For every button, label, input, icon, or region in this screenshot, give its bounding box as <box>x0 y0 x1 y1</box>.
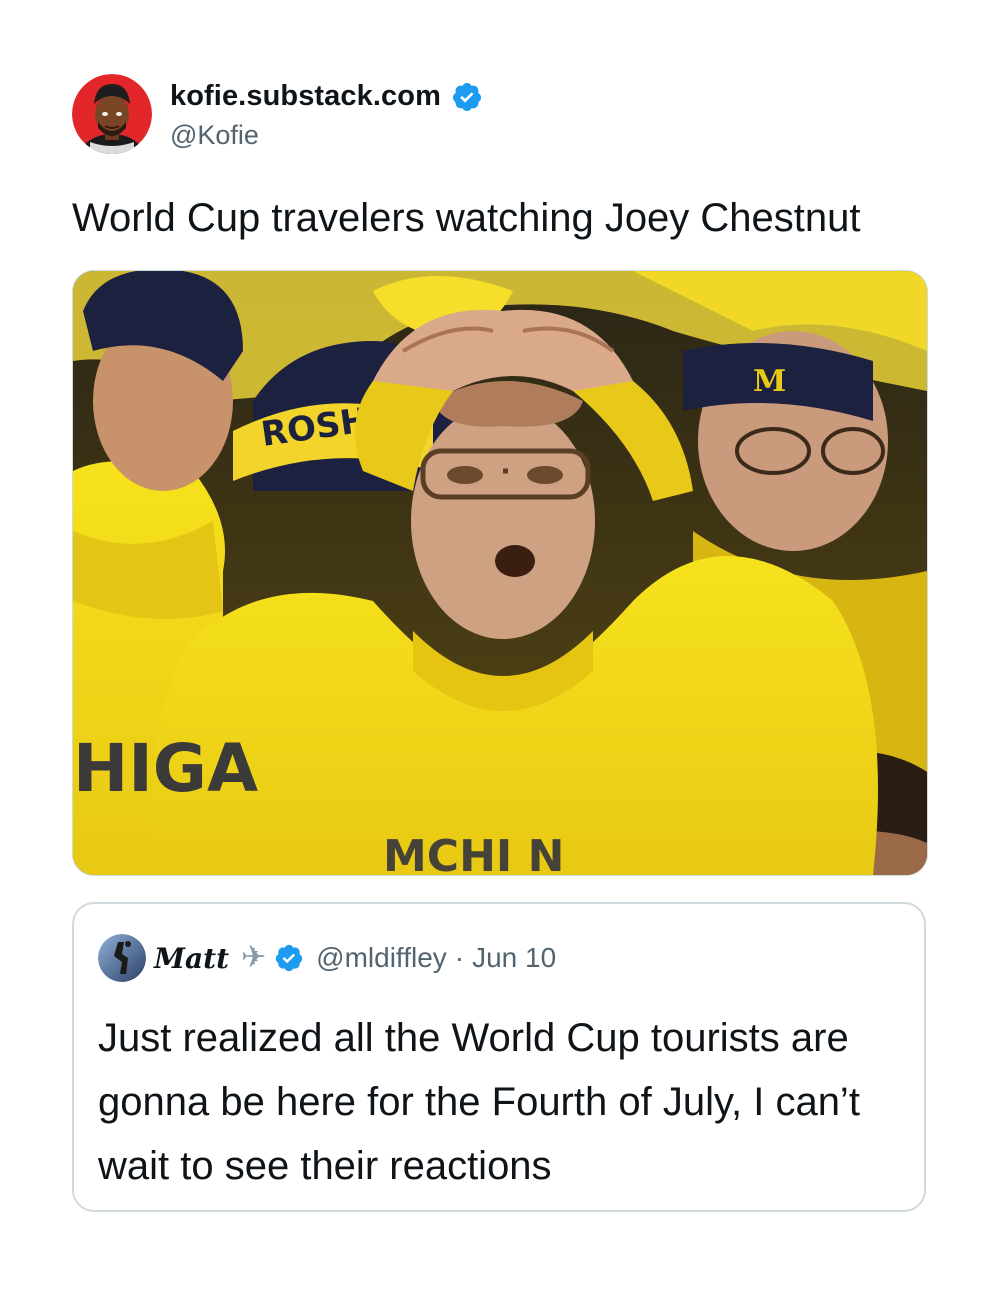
tweet-header: kofie.substack.com @Kofie <box>72 72 928 156</box>
airplane-icon: ✈ <box>241 941 267 974</box>
hat-logo: M <box>753 364 786 399</box>
author-avatar[interactable] <box>72 74 152 154</box>
quoted-tweet-text: Just realized all the World Cup tourists… <box>98 1016 860 1188</box>
shirt-text-left: HIGA <box>73 730 258 807</box>
quoted-author-name[interactable]: Matt <box>154 942 229 975</box>
shirt-text-center: MCHI N <box>383 831 564 875</box>
author-names: kofie.substack.com @Kofie <box>170 78 483 151</box>
quoted-tweet-header: Matt ✈ @mldiffley · Jun 10 <box>98 934 900 982</box>
quoted-tweet[interactable]: Matt ✈ @mldiffley · Jun 10 Just realized… <box>72 902 926 1212</box>
quoted-tweet-date[interactable]: Jun 10 <box>472 942 556 974</box>
tweet-text: World Cup travelers watching Joey Chestn… <box>72 196 861 240</box>
tweet-card: kofie.substack.com @Kofie World Cup trav… <box>72 72 928 1212</box>
photo-illustration: ROSHEI M HIGA MCHI N <box>73 271 927 875</box>
verified-badge-icon <box>274 943 304 973</box>
tweet-photo[interactable]: ROSHEI M HIGA MCHI N <box>72 270 928 876</box>
separator-dot: · <box>454 942 465 973</box>
author-name-row: kofie.substack.com <box>170 78 483 116</box>
quoted-author-avatar[interactable] <box>98 934 146 982</box>
quoted-author-handle[interactable]: @mldiffley <box>316 942 447 974</box>
author-handle[interactable]: @Kofie <box>170 120 483 151</box>
author-display-name[interactable]: kofie.substack.com <box>170 80 441 113</box>
verified-badge-icon <box>451 81 483 113</box>
